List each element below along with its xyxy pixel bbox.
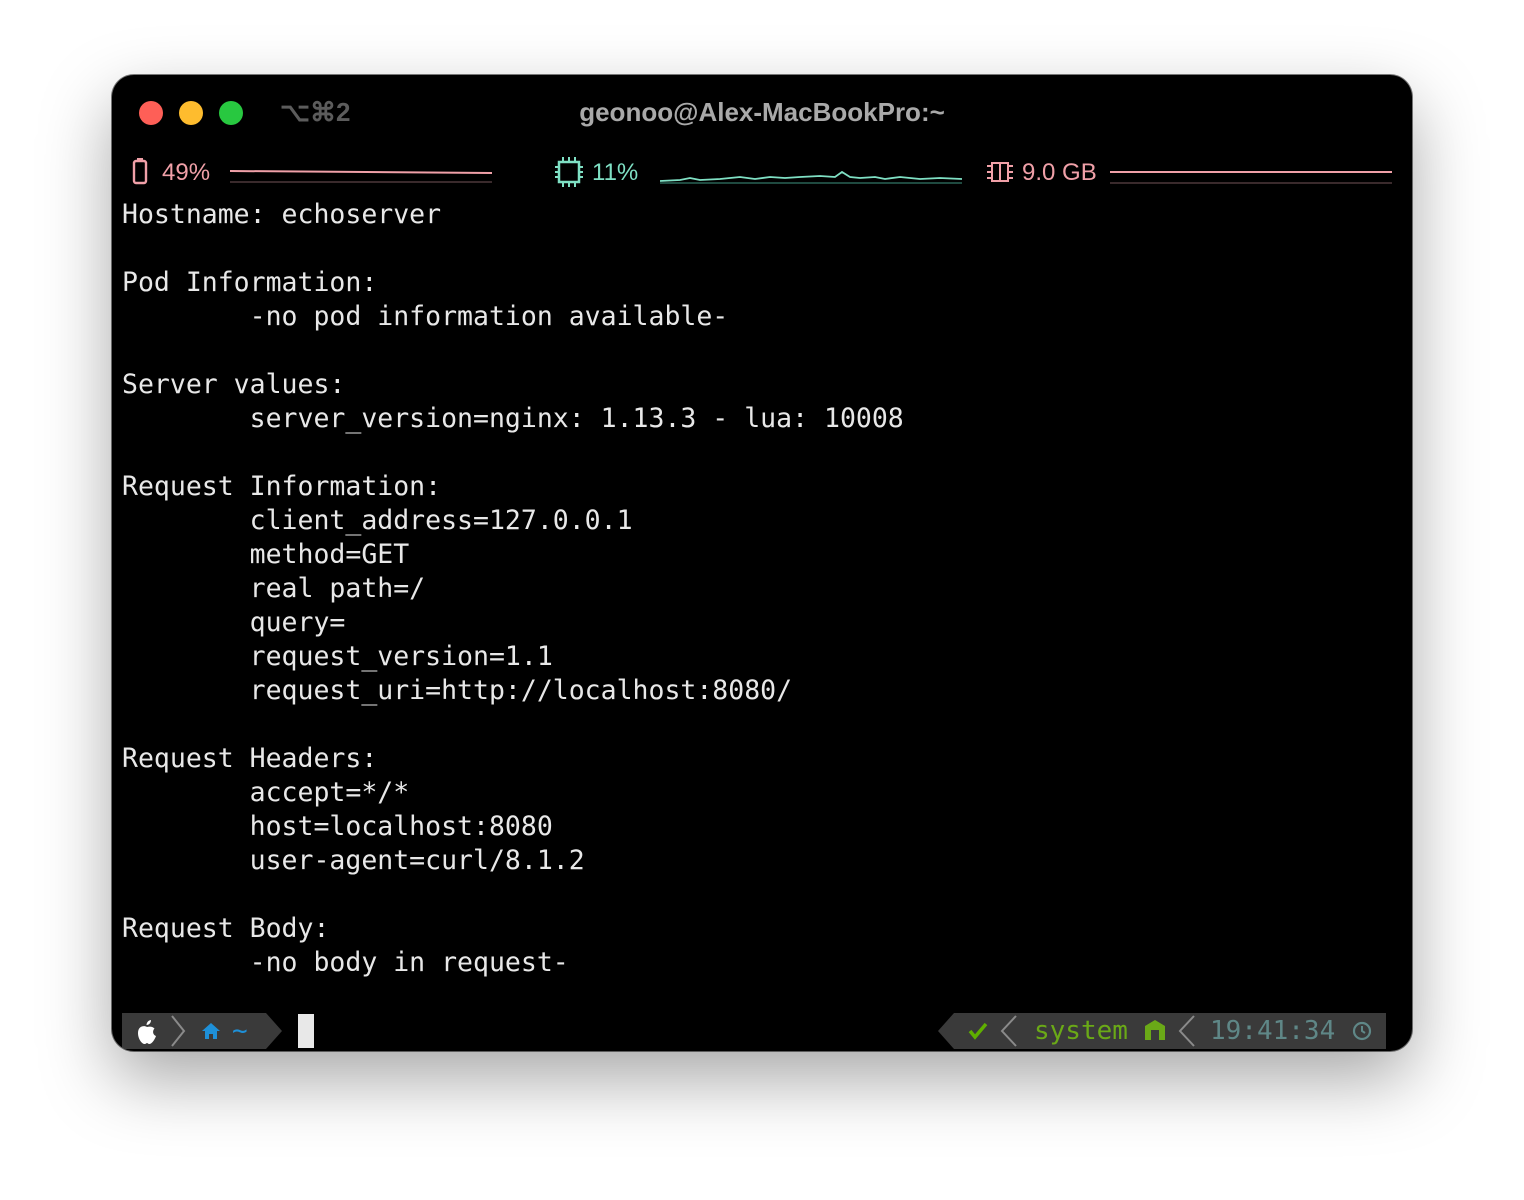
terminal-line: Request Body:	[122, 913, 330, 944]
apple-icon	[138, 1020, 156, 1044]
terminal-line: server_version=nginx: 1.13.3 - lua: 1000…	[122, 403, 904, 434]
check-icon	[968, 1022, 988, 1040]
terminal-cursor	[298, 1014, 314, 1048]
terminal-line: query=	[122, 607, 346, 638]
clock-icon	[1352, 1021, 1372, 1041]
battery-icon	[132, 158, 148, 185]
terminal-line: accept=*/*	[122, 777, 410, 808]
status-bar: 49% 11% 9.0 GB	[112, 153, 1412, 193]
terminal-line: Server values:	[122, 369, 346, 400]
home-icon	[202, 1023, 220, 1039]
terminal-line: host=localhost:8080	[122, 811, 553, 842]
terminal-line: request_version=1.1	[122, 641, 553, 672]
terminal-line: Hostname: echoserver	[122, 199, 442, 230]
cpu-value: 11%	[592, 159, 639, 186]
cpu-sparkline	[660, 170, 962, 184]
title-bar: ⌥⌘2 geonoo@Alex-MacBookPro:~	[112, 75, 1412, 153]
terminal-line: request_uri=http://localhost:8080/	[122, 675, 793, 706]
prompt-time: 19:41:34	[1210, 1016, 1336, 1046]
window-title: geonoo@Alex-MacBookPro:~	[579, 97, 945, 127]
terminal-line: Request Headers:	[122, 743, 378, 774]
prompt-dir: ~	[232, 1016, 248, 1046]
terminal-line: Request Information:	[122, 471, 442, 502]
memory-icon	[987, 162, 1013, 182]
memory-sparkline	[1110, 171, 1392, 184]
terminal-line: -no body in request-	[122, 947, 569, 978]
terminal-line: client_address=127.0.0.1	[122, 505, 633, 536]
terminal-window: ⌥⌘2 geonoo@Alex-MacBookPro:~ 49% 11% 9.0…	[112, 75, 1412, 1051]
terminal-line: real path=/	[122, 573, 426, 604]
terminal-line: -no pod information available-	[122, 301, 729, 332]
battery-value: 49%	[162, 159, 211, 186]
terminal-line: Pod Information:	[122, 267, 378, 298]
terminal-output[interactable]: Hostname: echoserver Pod Information: -no…	[122, 198, 904, 980]
terminal-line: user-agent=curl/8.1.2	[122, 845, 585, 876]
memory-value: 9.0 GB	[1022, 159, 1097, 186]
battery-sparkline	[230, 170, 492, 183]
terminal-line: method=GET	[122, 539, 410, 570]
cpu-icon	[555, 157, 583, 187]
prompt-env: system	[1034, 1016, 1128, 1046]
node-icon	[1145, 1020, 1165, 1040]
